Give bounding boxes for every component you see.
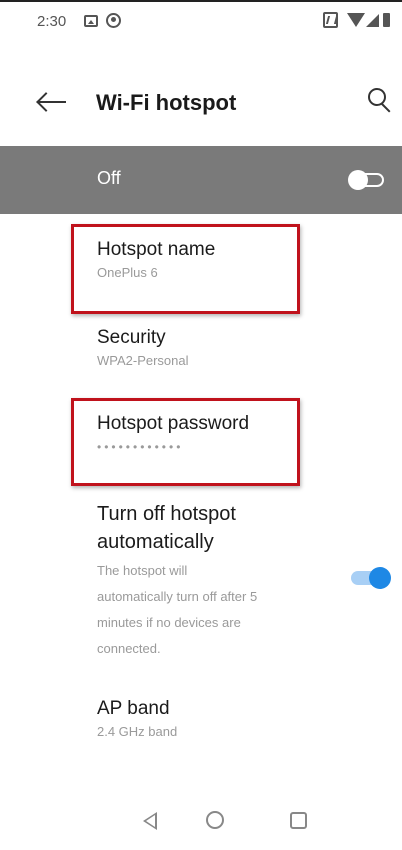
nav-recents-icon[interactable] — [290, 812, 307, 829]
system-nav-bar — [0, 800, 402, 850]
status-bar: 2:30 — [0, 0, 402, 50]
nav-back-icon[interactable] — [143, 812, 157, 830]
setting-ap-band[interactable]: AP band 2.4 GHz band — [97, 697, 177, 741]
search-icon-handle — [381, 103, 391, 113]
setting-desc-line-1: The hotspot will — [97, 563, 188, 578]
setting-title-line-2: automatically — [97, 531, 214, 553]
setting-title: AP band — [97, 698, 170, 719]
setting-value: WPA2-Personal — [97, 353, 189, 368]
page-title: Wi-Fi hotspot — [96, 90, 237, 115]
app-header: Wi-Fi hotspot — [0, 60, 402, 140]
setting-security[interactable]: Security WPA2-Personal — [97, 326, 189, 370]
toggle-thumb — [369, 567, 391, 589]
arrow-left-icon-head — [36, 92, 56, 112]
setting-desc-line-4: connected. — [97, 641, 161, 656]
battery-icon — [383, 13, 390, 27]
toggle-thumb — [348, 170, 368, 190]
setting-title-line-1: Turn off hotspot — [97, 503, 236, 525]
setting-desc-line-2: automatically turn off after 5 — [97, 589, 258, 604]
gallery-icon — [84, 15, 98, 27]
auto-turn-off-toggle[interactable] — [351, 567, 391, 589]
master-switch-label: Off — [97, 168, 121, 188]
highlight-box-hotspot-password — [71, 398, 300, 486]
hotspot-toggle[interactable] — [348, 170, 386, 190]
nfc-icon — [323, 12, 338, 28]
status-time: 2:30 — [37, 13, 67, 30]
search-button[interactable] — [366, 86, 396, 116]
hotspot-master-switch-row[interactable]: Off — [0, 146, 402, 214]
pinterest-icon — [106, 13, 121, 28]
setting-desc-line-3: minutes if no devices are — [97, 615, 241, 630]
back-button[interactable] — [36, 90, 66, 114]
setting-title: Security — [97, 327, 166, 348]
signal-icon — [366, 14, 379, 27]
setting-auto-turn-off[interactable]: Turn off hotspot automatically The hotsp… — [97, 500, 337, 662]
wifi-icon — [347, 13, 365, 27]
setting-value: 2.4 GHz band — [97, 724, 178, 739]
nav-home-icon[interactable] — [206, 811, 224, 829]
highlight-box-hotspot-name — [71, 224, 300, 314]
